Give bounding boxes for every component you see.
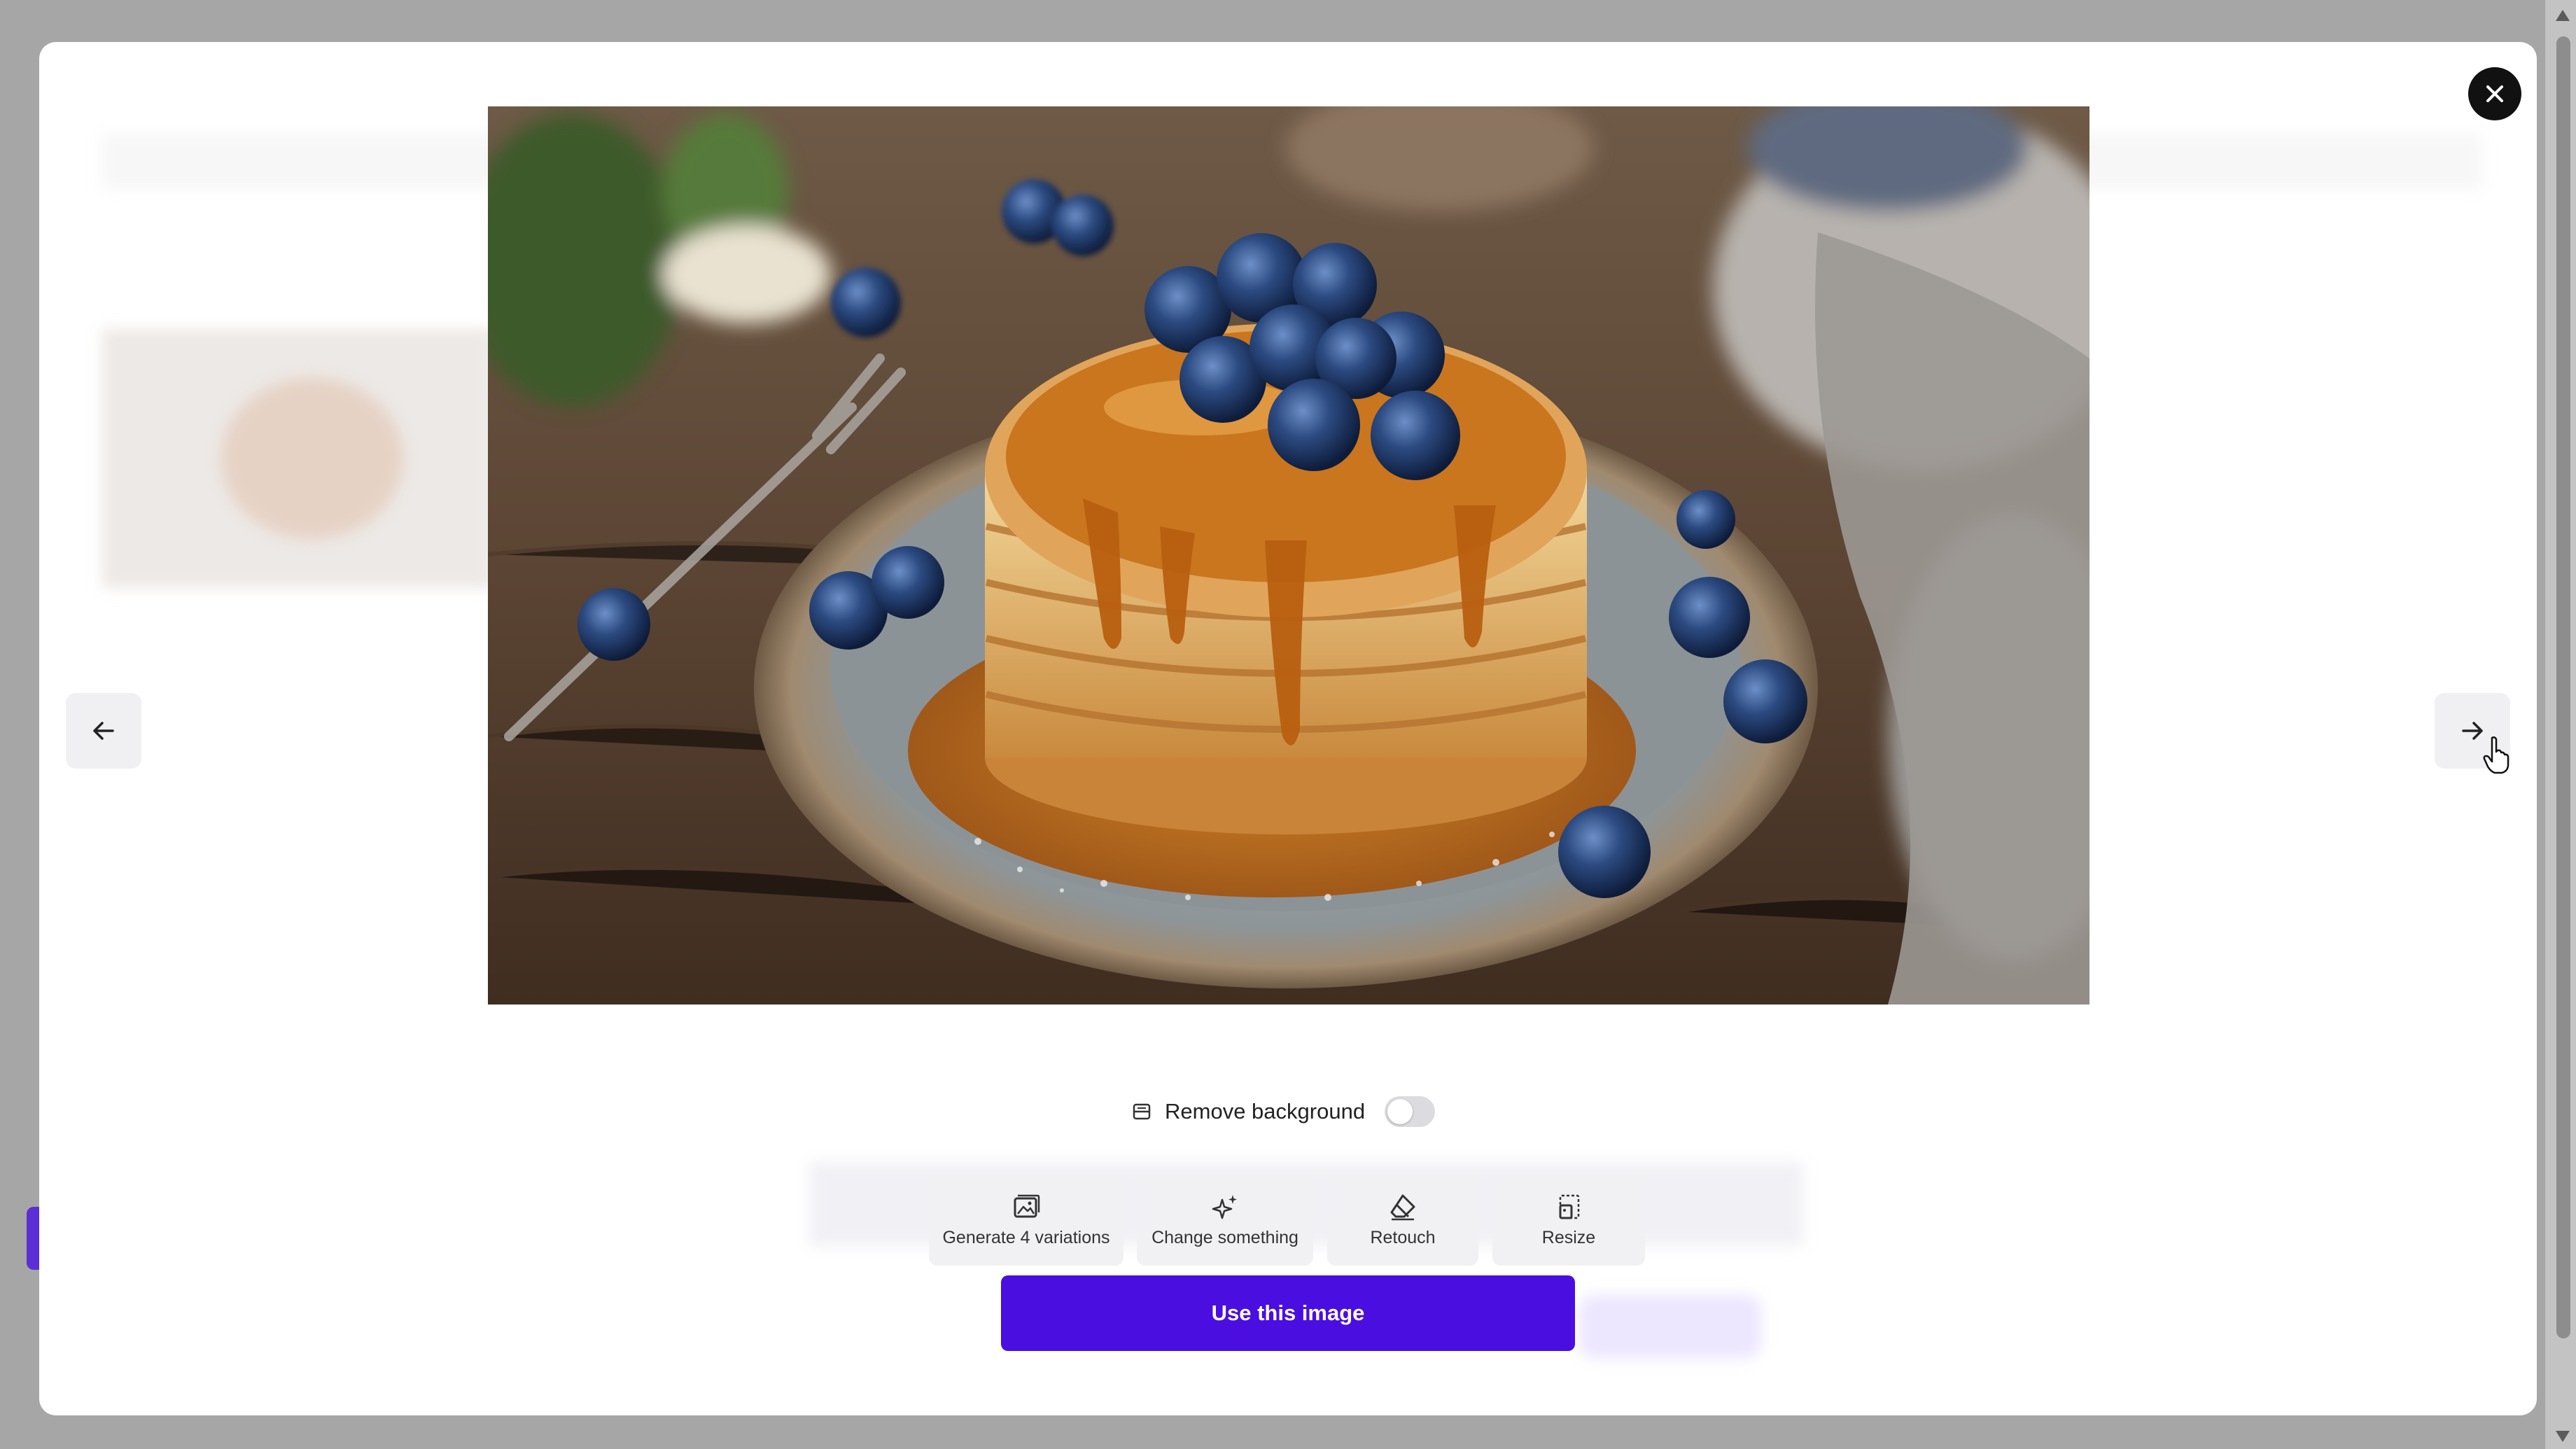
hand-pointer-icon [2483,736,2510,774]
retouch-button[interactable]: Retouch [1327,1175,1478,1266]
background-button-ghost [1579,1295,1761,1358]
eraser-icon [1390,1194,1415,1220]
close-button[interactable] [2468,67,2521,120]
remove-background-row: Remove background [1131,1092,1436,1131]
scroll-down-arrow[interactable] [2556,1431,2570,1442]
scroll-thumb[interactable] [2556,36,2570,1338]
change-something-button[interactable]: Change something [1137,1175,1313,1266]
generated-image [488,106,2090,1004]
remove-background-label: Remove background [1165,1099,1366,1124]
arrow-left-icon [93,722,114,740]
remove-background-toggle[interactable] [1385,1096,1436,1127]
image-preview-modal: Remove background Generate 4 variations … [39,42,2537,1415]
resize-icon [1559,1194,1580,1219]
page-scrollbar[interactable] [2545,0,2576,1449]
use-this-image-button[interactable]: Use this image [1001,1275,1575,1351]
close-icon [2486,85,2503,102]
tool-label: Generate 4 variations [942,1227,1110,1247]
scroll-up-arrow[interactable] [2556,10,2570,21]
previous-image-button[interactable] [66,693,141,769]
tool-label: Resize [1541,1227,1596,1247]
resize-button[interactable]: Resize [1492,1175,1645,1266]
toggle-knob [1387,1099,1413,1124]
sparkle-icon [1212,1194,1237,1219]
generate-variations-button[interactable]: Generate 4 variations [929,1175,1124,1266]
image-variations-icon [1014,1194,1040,1217]
tool-label: Retouch [1370,1227,1436,1247]
tool-label: Change something [1152,1227,1298,1247]
background-thumbnail-plate-ghost [221,378,403,539]
remove-background-icon [1133,1103,1151,1120]
